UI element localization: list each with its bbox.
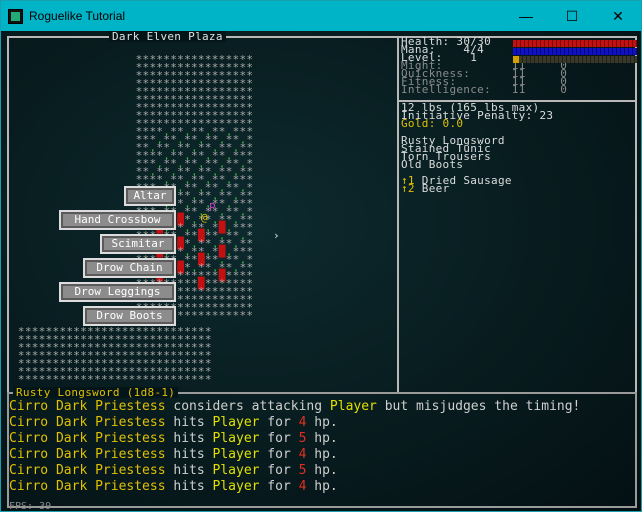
consumable-item[interactable]: ↑2 Beer [401, 182, 450, 195]
app-window: Roguelike Tutorial — ☐ ✕ Dark Elven Plaz… [0, 0, 642, 512]
log-line: Cirro Dark Priestess hits Player for 4 h… [9, 479, 580, 495]
menu-item-scimitar[interactable]: Scimitar [100, 234, 176, 254]
log-unit: hp. [306, 431, 338, 446]
app-icon [8, 9, 23, 24]
player-glyph: @ [201, 211, 208, 224]
stat-bonus: 0 [560, 83, 568, 96]
log-for: for [259, 447, 299, 462]
xp-bar-empty [519, 56, 637, 63]
title-bar[interactable]: Roguelike Tutorial — ☐ ✕ [1, 1, 641, 31]
menu-item-altar[interactable]: Altar [124, 186, 176, 206]
log-actor: Cirro Dark Priestess [9, 447, 166, 462]
log-line: Cirro Dark Priestess considers attacking… [9, 399, 580, 415]
stat-intelligence: Intelligence: 11 0 [401, 83, 568, 96]
log-for: for [259, 479, 299, 494]
log-verb: hits [165, 431, 213, 446]
log-target: Player [212, 463, 260, 478]
log-target: Player [212, 415, 260, 430]
message-log: Cirro Dark Priestess considers attacking… [9, 399, 580, 495]
log-for: for [259, 431, 299, 446]
log-target: Player [212, 447, 260, 462]
maximize-button[interactable]: ☐ [549, 1, 595, 31]
log-verb: hits [165, 463, 213, 478]
log-unit: hp. [306, 447, 338, 462]
log-rest: but misjudges the timing! [376, 399, 581, 414]
menu-item-drow-boots[interactable]: Drow Boots [83, 306, 176, 326]
menu-item-drow-leggings[interactable]: Drow Leggings [59, 282, 176, 302]
selected-item-text: Rusty Longsword (1d8-1) [16, 386, 176, 399]
game-viewport[interactable]: Dark Elven Plaza ***************** *****… [1, 31, 641, 511]
map-scroll-arrow-icon[interactable]: › [273, 229, 280, 242]
inventory-gold: Gold: 0.0 [401, 117, 464, 130]
mana-bar [513, 48, 637, 55]
minimize-button[interactable]: — [503, 1, 549, 31]
log-verb: considers attacking [165, 399, 330, 414]
log-target: Player [212, 431, 260, 446]
selected-item-title: Rusty Longsword (1d8-1) [13, 386, 179, 399]
health-bar [513, 40, 637, 47]
log-actor: Cirro Dark Priestess [9, 463, 166, 478]
log-verb: hits [165, 415, 213, 430]
log-actor: Cirro Dark Priestess [9, 431, 166, 446]
log-actor: Cirro Dark Priestess [9, 479, 166, 494]
menu-item-drow-chain[interactable]: Drow Chain [83, 258, 176, 278]
stat-label: Intelligence: [401, 83, 491, 96]
priestess-glyph: P [209, 201, 216, 214]
log-unit: hp. [306, 479, 338, 494]
log-line: Cirro Dark Priestess hits Player for 4 h… [9, 415, 580, 431]
stat-value: 11 [511, 83, 526, 96]
menu-item-hand-crossbow[interactable]: Hand Crossbow [59, 210, 176, 230]
log-for: for [259, 463, 299, 478]
log-line: Cirro Dark Priestess hits Player for 5 h… [9, 463, 580, 479]
close-button[interactable]: ✕ [595, 1, 641, 31]
log-line: Cirro Dark Priestess hits Player for 5 h… [9, 431, 580, 447]
consumable-name: Beer [421, 182, 450, 195]
log-verb: hits [165, 479, 213, 494]
log-line: Cirro Dark Priestess hits Player for 4 h… [9, 447, 580, 463]
log-unit: hp. [306, 463, 338, 478]
log-actor: Cirro Dark Priestess [9, 415, 166, 430]
log-for: for [259, 415, 299, 430]
log-target: Player [329, 399, 377, 414]
fps-counter: FPS: 39 [9, 501, 52, 512]
log-verb: hits [165, 447, 213, 462]
log-unit: hp. [306, 415, 338, 430]
window-title: Roguelike Tutorial [29, 9, 126, 23]
hotkey-label: ↑2 [401, 182, 415, 195]
log-actor: Cirro Dark Priestess [9, 399, 166, 414]
log-target: Player [212, 479, 260, 494]
equipped-item[interactable]: Old Boots [401, 159, 463, 170]
